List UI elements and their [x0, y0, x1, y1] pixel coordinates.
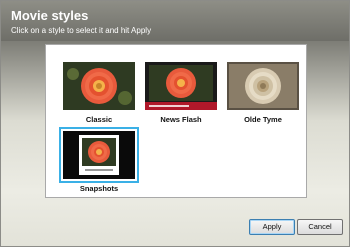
style-snapshots[interactable]: Snapshots	[59, 127, 139, 193]
dialog-subtitle: Click on a style to select it and hit Ap…	[11, 26, 152, 35]
style-classic[interactable]: Classic	[59, 62, 139, 124]
dialog-title: Movie styles	[11, 8, 89, 23]
style-news-flash[interactable]: News Flash	[141, 62, 221, 124]
styles-panel: Classic News Flash Olde Tyme Snapshots	[45, 44, 307, 198]
news-flash-thumbnail[interactable]	[145, 62, 217, 110]
classic-thumbnail[interactable]	[63, 62, 135, 110]
dialog-header: Movie styles Click on a style to select …	[1, 1, 349, 41]
style-olde-tyme[interactable]: Olde Tyme	[223, 62, 303, 124]
style-label-olde-tyme: Olde Tyme	[244, 115, 282, 124]
style-label-news-flash: News Flash	[160, 115, 202, 124]
style-label-snapshots: Snapshots	[79, 184, 119, 193]
style-label-classic: Classic	[85, 115, 113, 124]
olde-tyme-thumbnail[interactable]	[227, 62, 299, 110]
apply-button[interactable]: Apply	[249, 219, 295, 235]
snapshots-thumbnail[interactable]	[59, 127, 139, 183]
movie-styles-dialog: Movie styles Click on a style to select …	[0, 0, 350, 247]
cancel-button[interactable]: Cancel	[297, 219, 343, 235]
